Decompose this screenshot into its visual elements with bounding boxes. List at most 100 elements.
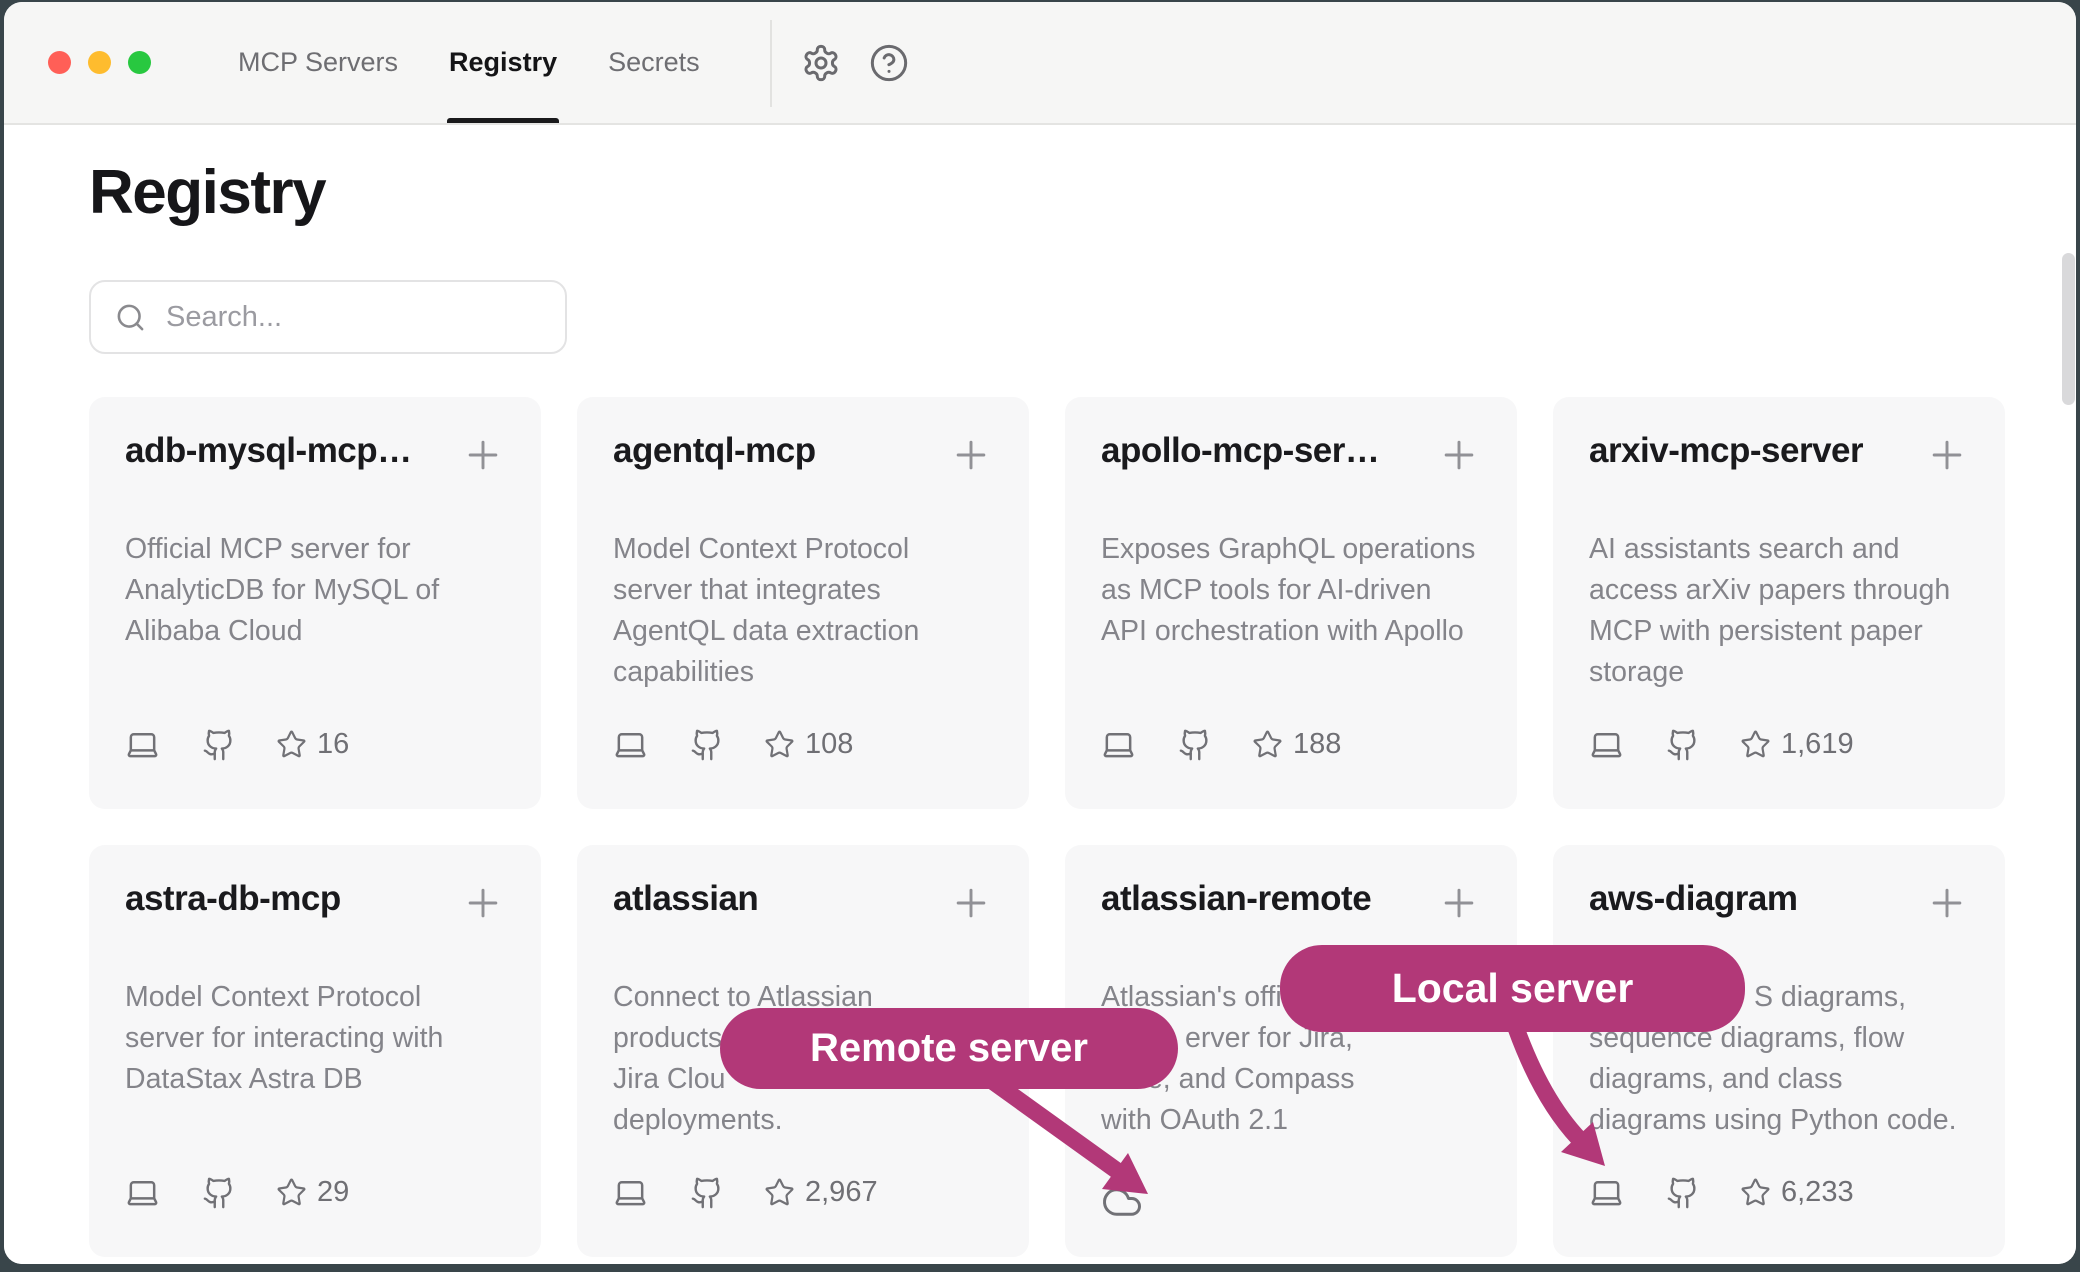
window-controls	[48, 51, 151, 74]
remote-server-callout: Remote server	[720, 1008, 1178, 1089]
server-description: Official MCP server forAnalyticDB for My…	[125, 529, 505, 652]
server-card[interactable]: astra-db-mcp Model Context Protocolserve…	[89, 845, 541, 1257]
tab-label: Registry	[449, 47, 557, 78]
star-count: 2,967	[805, 1176, 878, 1209]
server-description: Exposes GraphQL operationsas MCP tools f…	[1101, 529, 1481, 652]
github-icon	[202, 1176, 236, 1210]
add-server-button[interactable]	[1437, 881, 1481, 925]
description-line: server that integrates	[613, 570, 993, 611]
server-card[interactable]: agentql-mcp Model Context Protocolserver…	[577, 397, 1029, 809]
add-server-button[interactable]	[1437, 433, 1481, 477]
description-line: DataStax Astra DB	[125, 1059, 505, 1100]
github-icon	[202, 728, 236, 762]
callout-label: Remote server	[810, 1026, 1088, 1071]
server-name: atlassian	[613, 879, 758, 919]
star-icon	[764, 729, 795, 760]
add-server-button[interactable]	[949, 881, 993, 925]
card-header: astra-db-mcp	[125, 879, 505, 925]
cloud-icon	[1101, 1181, 1143, 1223]
laptop-icon	[613, 727, 648, 762]
description-line: Model Context Protocol	[613, 529, 993, 570]
star-icon	[1252, 729, 1283, 760]
tab-label: MCP Servers	[238, 47, 398, 78]
tab-label: Secrets	[608, 47, 700, 78]
add-server-button[interactable]	[949, 433, 993, 477]
server-card[interactable]: arxiv-mcp-server AI assistants search an…	[1553, 397, 2005, 809]
server-meta: 6,233	[1589, 1175, 1854, 1210]
scrollbar-thumb[interactable]	[2062, 253, 2075, 405]
star-icon	[1740, 729, 1771, 760]
add-server-button[interactable]	[461, 433, 505, 477]
laptop-icon	[125, 727, 160, 762]
server-card[interactable]: apollo-mcp-ser… Exposes GraphQL operatio…	[1065, 397, 1517, 809]
server-name: apollo-mcp-ser…	[1101, 431, 1379, 471]
star-icon	[764, 1177, 795, 1208]
description-line: deployments.	[613, 1100, 993, 1141]
server-description: Model Context Protocolserver that integr…	[613, 529, 993, 693]
description-line: AI assistants search and	[1589, 529, 1969, 570]
question-icon	[869, 43, 909, 83]
server-meta	[1101, 1175, 1143, 1223]
search-icon	[115, 302, 146, 333]
description-line: storage	[1589, 652, 1969, 693]
description-line: as MCP tools for AI-driven	[1101, 570, 1481, 611]
description-line: API orchestration with Apollo	[1101, 611, 1481, 652]
server-name: agentql-mcp	[613, 431, 816, 471]
zoom-button[interactable]	[128, 51, 151, 74]
close-button[interactable]	[48, 51, 71, 74]
github-icon	[1666, 1176, 1700, 1210]
description-line: diagrams using Python code.	[1589, 1100, 1969, 1141]
settings-button[interactable]	[801, 43, 841, 83]
server-meta: 16	[125, 727, 349, 762]
server-card[interactable]: adb-mysql-mcp… Official MCP server forAn…	[89, 397, 541, 809]
tab-secrets[interactable]: Secrets	[606, 2, 702, 123]
star-count: 29	[317, 1176, 349, 1209]
star-icon	[276, 729, 307, 760]
star-count: 1,619	[1781, 728, 1854, 761]
tab-mcp-servers[interactable]: MCP Servers	[236, 2, 400, 123]
add-server-button[interactable]	[1925, 881, 1969, 925]
server-meta: 2,967	[613, 1175, 878, 1210]
server-meta: 1,619	[1589, 727, 1854, 762]
callout-label: Local server	[1392, 965, 1634, 1012]
local-server-callout: Local server	[1280, 945, 1745, 1032]
nav-tabs: MCP Servers Registry Secrets	[236, 2, 702, 123]
add-server-button[interactable]	[1925, 433, 1969, 477]
minimize-button[interactable]	[88, 51, 111, 74]
description-line: diagrams, and class	[1589, 1059, 1969, 1100]
server-name: aws-diagram	[1589, 879, 1797, 919]
card-header: apollo-mcp-ser…	[1101, 431, 1481, 477]
description-line: AgentQL data extraction	[613, 611, 993, 652]
description-line: MCP with persistent paper	[1589, 611, 1969, 652]
server-card[interactable]: aws-diagram S diagrams,sequence diagrams…	[1553, 845, 2005, 1257]
laptop-icon	[1589, 1175, 1624, 1210]
server-name: astra-db-mcp	[125, 879, 341, 919]
description-line: AnalyticDB for MySQL of	[125, 570, 505, 611]
server-description: AI assistants search andaccess arXiv pap…	[1589, 529, 1969, 693]
description-line: with OAuth 2.1	[1101, 1100, 1481, 1141]
description-line: capabilities	[613, 652, 993, 693]
add-server-button[interactable]	[461, 881, 505, 925]
star-count: 6,233	[1781, 1176, 1854, 1209]
card-header: aws-diagram	[1589, 879, 1969, 925]
description-line: Model Context Protocol	[125, 977, 505, 1018]
header-divider	[770, 20, 772, 107]
github-icon	[1666, 728, 1700, 762]
tab-registry[interactable]: Registry	[447, 2, 559, 123]
star-count: 108	[805, 728, 853, 761]
github-icon	[690, 1176, 724, 1210]
card-header: agentql-mcp	[613, 431, 993, 477]
description-line: Alibaba Cloud	[125, 611, 505, 652]
description-line: Official MCP server for	[125, 529, 505, 570]
description-line: Exposes GraphQL operations	[1101, 529, 1481, 570]
star-icon	[1740, 1177, 1771, 1208]
laptop-icon	[125, 1175, 160, 1210]
server-description: Model Context Protocolserver for interac…	[125, 977, 505, 1100]
page-title: Registry	[89, 125, 2076, 225]
github-icon	[690, 728, 724, 762]
search-box[interactable]	[89, 280, 567, 354]
description-line: server for interacting with	[125, 1018, 505, 1059]
star-icon	[276, 1177, 307, 1208]
search-input[interactable]	[164, 300, 528, 335]
help-button[interactable]	[869, 43, 909, 83]
